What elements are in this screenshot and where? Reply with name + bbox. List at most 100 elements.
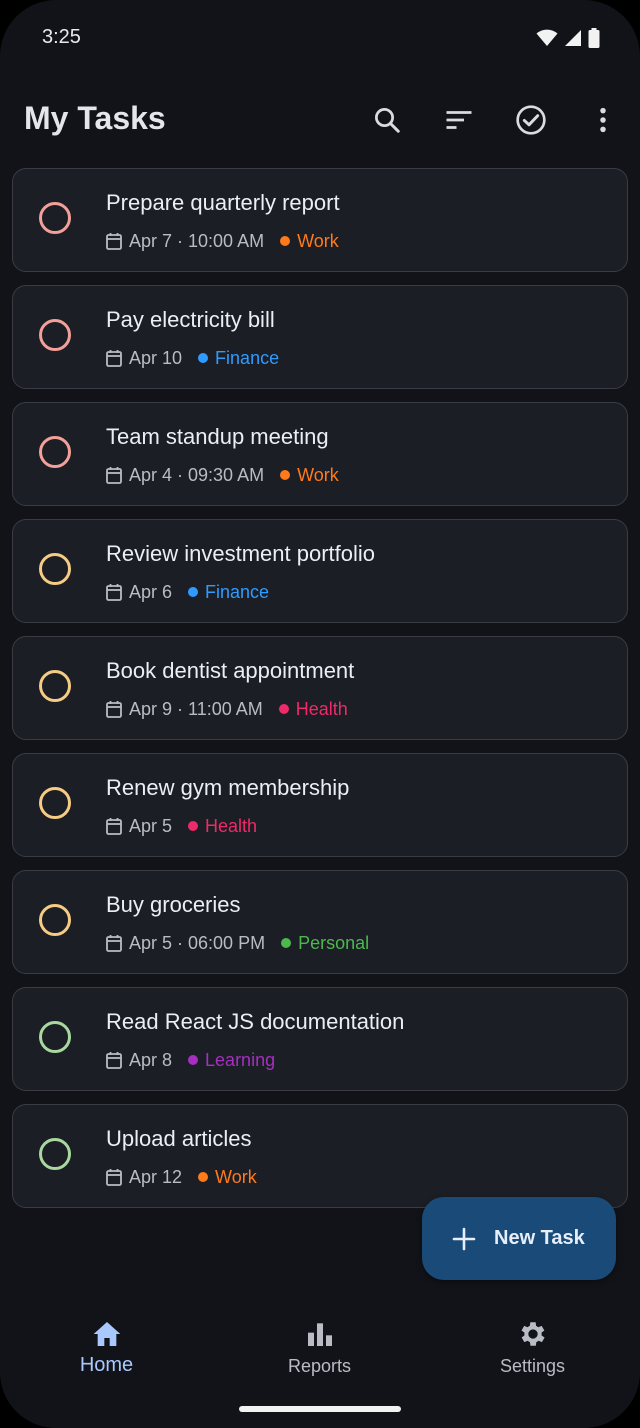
task-card[interactable]: Upload articles Apr 12 Work — [12, 1104, 628, 1208]
task-complete-checkbox[interactable] — [39, 202, 71, 234]
battery-icon — [588, 28, 600, 48]
search-button[interactable] — [363, 96, 411, 144]
task-category: Work — [215, 1166, 257, 1187]
task-date: Apr 9 · 11:00 AM — [129, 698, 263, 719]
calendar-icon — [106, 701, 122, 718]
home-icon — [93, 1322, 120, 1346]
task-card[interactable]: Buy groceries Apr 5 · 06:00 PM Personal — [12, 870, 628, 974]
calendar-icon — [106, 467, 122, 484]
task-card[interactable]: Book dentist appointment Apr 9 · 11:00 AM… — [12, 636, 628, 740]
task-title: Review investment portfolio — [106, 541, 376, 566]
nav-item-home[interactable]: Home — [0, 1296, 213, 1396]
task-date: Apr 7 · 10:00 AM — [129, 230, 265, 251]
task-title: Team standup meeting — [106, 424, 329, 449]
task-date: Apr 10 — [129, 347, 183, 368]
category-dot — [281, 938, 292, 948]
category-dot — [188, 821, 199, 831]
calendar-icon — [106, 350, 122, 367]
task-complete-checkbox[interactable] — [39, 553, 71, 585]
task-date: Apr 8 — [129, 1049, 173, 1070]
category-dot — [198, 353, 209, 363]
nav-label-settings: Settings — [499, 1356, 566, 1376]
home-indicator[interactable] — [239, 1406, 401, 1412]
calendar-icon — [106, 935, 122, 952]
page-title: My Tasks — [24, 100, 166, 136]
plus-icon — [452, 1227, 476, 1250]
category-dot — [280, 470, 291, 480]
task-complete-checkbox[interactable] — [39, 1138, 71, 1170]
task-date: Apr 6 — [129, 581, 173, 602]
category-dot — [188, 1055, 199, 1065]
task-category: Work — [297, 464, 339, 485]
task-card[interactable]: Review investment portfolio Apr 6 Finance — [12, 519, 628, 623]
task-category: Finance — [205, 581, 270, 602]
gear-icon — [521, 1322, 545, 1346]
nav-item-reports[interactable]: Reports — [213, 1296, 426, 1396]
signal-icon — [565, 30, 581, 46]
task-meta: Apr 5 · 06:00 PM Personal — [106, 932, 369, 954]
task-category: Health — [295, 698, 348, 719]
category-dot — [278, 704, 289, 714]
task-title: Upload articles — [106, 1126, 252, 1151]
check-circle-icon — [516, 105, 546, 135]
task-title: Buy groceries — [106, 892, 241, 917]
task-meta: Apr 9 · 11:00 AM Health — [106, 698, 348, 720]
task-complete-checkbox[interactable] — [39, 670, 71, 702]
task-meta: Apr 4 · 09:30 AM Work — [106, 464, 339, 486]
task-category: Learning — [205, 1049, 276, 1070]
category-dot — [280, 236, 291, 246]
task-meta: Apr 8 Learning — [106, 1049, 275, 1071]
task-complete-checkbox[interactable] — [39, 787, 71, 819]
task-card[interactable]: Prepare quarterly report Apr 7 · 10:00 AM… — [12, 168, 628, 272]
task-complete-checkbox[interactable] — [39, 319, 71, 351]
wifi-icon — [536, 29, 558, 46]
nav-item-settings[interactable]: Settings — [426, 1296, 639, 1396]
more-options-button[interactable] — [579, 96, 627, 144]
phone-screen: 3:25 My Tasks Prepare quarterly report Ap… — [0, 0, 640, 1428]
calendar-icon — [106, 818, 122, 835]
task-date: Apr 5 · 06:00 PM — [129, 932, 266, 953]
task-category: Finance — [215, 347, 280, 368]
task-card[interactable]: Team standup meeting Apr 4 · 09:30 AM Work — [12, 402, 628, 506]
nav-label-home: Home — [79, 1354, 134, 1376]
task-complete-checkbox[interactable] — [39, 1021, 71, 1053]
task-date: Apr 12 — [129, 1166, 183, 1187]
category-dot — [198, 1172, 209, 1182]
new-task-button[interactable]: New Task — [422, 1197, 616, 1280]
status-icons — [536, 28, 600, 48]
task-category: Work — [297, 230, 339, 251]
bar-chart-icon — [307, 1323, 332, 1346]
task-meta: Apr 10 Finance — [106, 347, 279, 369]
nav-label-reports: Reports — [287, 1356, 352, 1376]
task-card[interactable]: Renew gym membership Apr 5 Health — [12, 753, 628, 857]
bottom-navigation: Home Reports Settings — [0, 1296, 640, 1428]
sort-button[interactable] — [435, 96, 483, 144]
task-title: Renew gym membership — [106, 775, 350, 800]
task-title: Prepare quarterly report — [106, 190, 340, 215]
task-title: Read React JS documentation — [106, 1009, 405, 1034]
calendar-icon — [106, 233, 122, 250]
more-vert-icon — [600, 107, 606, 133]
calendar-icon — [106, 1052, 122, 1069]
status-time: 3:25 — [42, 26, 81, 48]
task-title: Book dentist appointment — [106, 658, 355, 683]
task-complete-checkbox[interactable] — [39, 904, 71, 936]
task-card[interactable]: Read React JS documentation Apr 8 Learning — [12, 987, 628, 1091]
completed-filter-button[interactable] — [507, 96, 555, 144]
task-meta: Apr 12 Work — [106, 1166, 257, 1188]
task-meta: Apr 7 · 10:00 AM Work — [106, 230, 339, 252]
task-card[interactable]: Pay electricity bill Apr 10 Finance — [12, 285, 628, 389]
calendar-icon — [106, 1169, 122, 1186]
task-title: Pay electricity bill — [106, 307, 275, 332]
calendar-icon — [106, 584, 122, 601]
category-dot — [188, 587, 199, 597]
status-bar: 3:25 — [0, 0, 640, 76]
task-category: Health — [205, 815, 258, 836]
sort-icon — [446, 111, 472, 129]
new-task-label: New Task — [494, 1227, 585, 1249]
task-category: Personal — [298, 932, 370, 953]
task-complete-checkbox[interactable] — [39, 436, 71, 468]
app-bar: My Tasks — [0, 88, 640, 152]
task-meta: Apr 6 Finance — [106, 581, 269, 603]
task-date: Apr 4 · 09:30 AM — [129, 464, 265, 485]
